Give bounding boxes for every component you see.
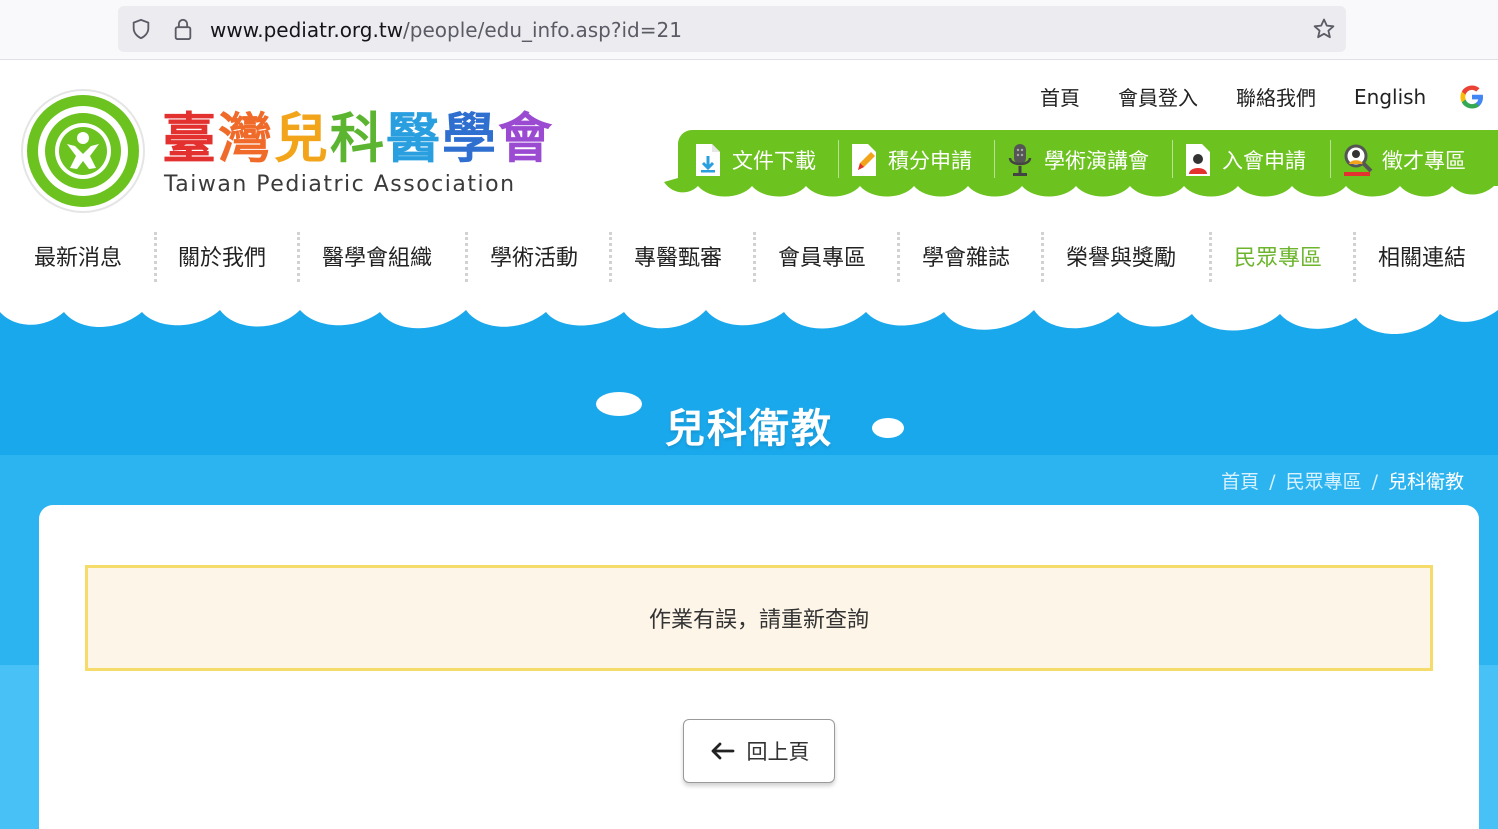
nav-item-news[interactable]: 最新消息 (34, 240, 122, 272)
breadcrumb: 首頁 / 民眾專區 / 兒科衛教 (1221, 467, 1464, 494)
shield-icon[interactable] (130, 18, 152, 40)
quick-link-separator (838, 140, 839, 178)
page-title: 兒科衛教 (665, 406, 833, 452)
breadcrumb-public[interactable]: 民眾專區 (1286, 471, 1362, 493)
lock-icon[interactable] (172, 17, 194, 41)
quick-link-separator (1330, 140, 1331, 178)
bookmark-star-icon[interactable] (1312, 17, 1336, 41)
logo-character: 學 (442, 107, 498, 170)
nav-item-about[interactable]: 關於我們 (178, 240, 266, 272)
address-bar[interactable]: www.pediatr.org.tw/people/edu_info.asp?i… (118, 6, 1346, 52)
breadcrumb-current: 兒科衛教 (1387, 471, 1464, 493)
nav-item-members[interactable]: 會員專區 (778, 240, 866, 272)
top-link-contact[interactable]: 聯絡我們 (1236, 82, 1316, 111)
quick-link-membership-label: 入會申請 (1222, 149, 1306, 173)
quick-links-cloud-edge (664, 178, 1498, 197)
url-text[interactable]: www.pediatr.org.tw/people/edu_info.asp?i… (210, 18, 682, 42)
quick-link-downloads[interactable]: 文件下載 (692, 140, 816, 180)
logo-chinese-title[interactable]: 臺灣兒科醫學會 (162, 94, 554, 173)
nav-divider (465, 232, 468, 282)
association-logo-icon[interactable] (20, 88, 146, 214)
google-icon[interactable] (1458, 83, 1486, 111)
url-path: /people/edu_info.asp?id=21 (403, 18, 682, 42)
nav-divider (1353, 232, 1356, 282)
top-link-home[interactable]: 首頁 (1040, 82, 1080, 111)
logo-character: 醫 (386, 107, 442, 170)
pencil-document-icon (852, 144, 876, 176)
logo-english-title[interactable]: Taiwan Pediatric Association (164, 172, 516, 197)
nav-divider (753, 232, 756, 282)
quick-link-separator (994, 140, 995, 178)
quick-link-lectures[interactable]: 學術演講會 (1004, 140, 1149, 180)
logo-character: 會 (498, 107, 554, 170)
nav-item-organization[interactable]: 醫學會組織 (322, 240, 432, 272)
quick-link-separator (1172, 140, 1173, 178)
nav-item-public[interactable]: 民眾專區 (1234, 240, 1322, 272)
quick-link-recruitment[interactable]: 徵才專區 (1342, 140, 1466, 180)
logo-character: 兒 (274, 107, 330, 170)
quick-link-credits[interactable]: 積分申請 (848, 140, 972, 180)
top-link-login[interactable]: 會員登入 (1118, 82, 1198, 111)
top-links: 首頁 會員登入 聯絡我們 English (1040, 82, 1486, 111)
nav-divider (897, 232, 900, 282)
download-document-icon (696, 144, 720, 176)
quick-link-downloads-label: 文件下載 (732, 149, 816, 173)
url-host: www.pediatr.org.tw (210, 18, 404, 42)
nav-divider (609, 232, 612, 282)
error-alert: 作業有誤，請重新查詢 (85, 565, 1433, 671)
recruit-search-icon (1344, 144, 1373, 176)
breadcrumb-home[interactable]: 首頁 (1221, 471, 1259, 493)
main-navigation: 最新消息 關於我們 醫學會組織 學術活動 專醫甄審 會員專區 學會雜誌 榮譽與獎… (0, 228, 1498, 284)
microphone-icon (1008, 144, 1032, 176)
breadcrumb-separator: / (1371, 471, 1378, 493)
logo-character: 臺 (162, 107, 218, 170)
nav-item-journal[interactable]: 學會雜誌 (922, 240, 1010, 272)
content-card: 作業有誤，請重新查詢 回上頁 (39, 505, 1479, 829)
browser-toolbar: www.pediatr.org.tw/people/edu_info.asp?i… (0, 0, 1498, 60)
quick-link-credits-label: 積分申請 (888, 149, 972, 173)
quick-link-lectures-label: 學術演講會 (1044, 149, 1149, 173)
nav-item-links[interactable]: 相關連結 (1378, 240, 1466, 272)
quick-link-membership[interactable]: 入會申請 (1182, 140, 1306, 180)
nav-divider (1209, 232, 1212, 282)
back-button[interactable]: 回上頁 (683, 719, 835, 783)
nav-item-specialist-exam[interactable]: 專醫甄審 (634, 240, 722, 272)
top-link-english[interactable]: English (1354, 85, 1426, 109)
quick-link-recruitment-label: 徵才專區 (1382, 149, 1466, 173)
logo-character: 灣 (218, 107, 274, 170)
nav-item-academic[interactable]: 學術活動 (490, 240, 578, 272)
arrow-left-icon (711, 742, 734, 760)
back-button-label: 回上頁 (746, 740, 810, 764)
error-message: 作業有誤，請重新查詢 (648, 608, 869, 633)
nav-divider (297, 232, 300, 282)
nav-divider (1041, 232, 1044, 282)
nav-divider (154, 232, 157, 282)
nav-item-honors[interactable]: 榮譽與獎勵 (1066, 240, 1176, 272)
member-document-icon (1186, 144, 1210, 176)
logo-character: 科 (330, 107, 386, 170)
breadcrumb-separator: / (1269, 471, 1276, 493)
